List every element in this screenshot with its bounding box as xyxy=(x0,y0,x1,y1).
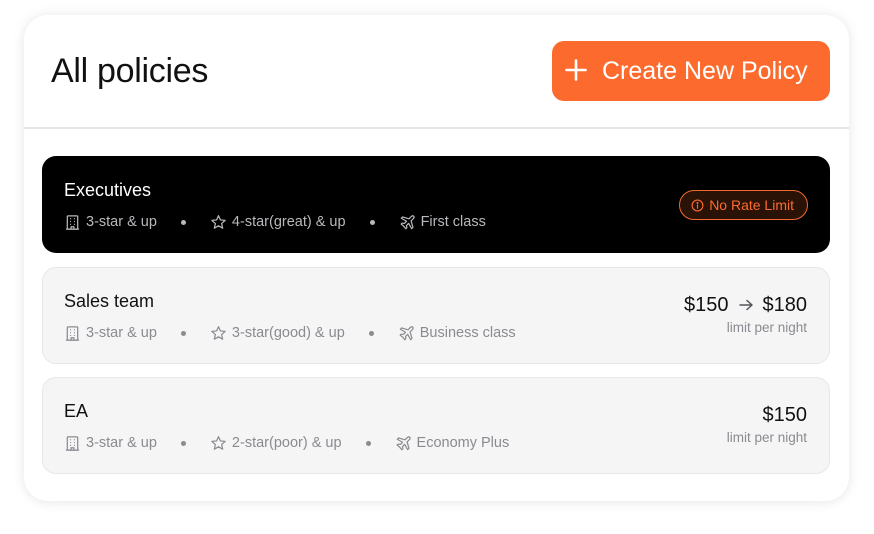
hotel-class-text: 3-star & up xyxy=(86,435,157,451)
policy-name: Executives xyxy=(64,180,152,200)
policy-attributes: 3-star & up 2-star(poor) & up Economy Pl… xyxy=(64,433,509,453)
hotel-class-attribute: 3-star & up xyxy=(64,214,157,231)
rating-text: 3-star(good) & up xyxy=(231,325,345,341)
policy-name: EA xyxy=(64,401,89,421)
separator-dot xyxy=(180,219,186,225)
create-new-policy-button[interactable]: Create New Policy xyxy=(552,41,830,101)
plane-icon xyxy=(399,325,414,340)
policy-card-sales-team[interactable]: Sales team 3-star & up 3-star(good) & up xyxy=(42,267,830,364)
badge-text: No Rate Limit xyxy=(709,197,794,213)
star-icon xyxy=(211,435,226,450)
flight-class-text: Economy Plus xyxy=(416,435,510,451)
info-icon xyxy=(691,199,704,211)
separator-dot xyxy=(180,440,186,446)
building-icon xyxy=(65,435,80,451)
policy-attributes: 3-star & up 3-star(good) & up Business c… xyxy=(64,323,516,343)
separator-dot xyxy=(180,330,186,336)
flight-class-attribute: First class xyxy=(399,214,486,231)
policy-name: Sales team xyxy=(64,291,155,311)
policy-card-executives[interactable]: Executives 3-star & up 4-star(great) & u… xyxy=(42,156,830,253)
plus-icon xyxy=(565,59,587,81)
flight-class-text: First class xyxy=(420,214,486,230)
star-icon xyxy=(211,325,226,340)
create-new-policy-label: Create New Policy xyxy=(602,57,808,85)
rate-to: $180 xyxy=(762,294,808,316)
rate-amount: $150 xyxy=(727,402,808,428)
separator-dot xyxy=(365,440,371,446)
no-rate-limit-badge: No Rate Limit xyxy=(679,190,808,220)
separator-dot xyxy=(368,330,374,336)
hotel-class-attribute: 3-star & up xyxy=(64,325,157,342)
plane-icon xyxy=(400,214,415,229)
flight-class-attribute: Business class xyxy=(398,325,516,342)
policy-card-ea[interactable]: EA 3-star & up 2-star(poor) & up Economy… xyxy=(42,377,830,474)
plane-icon xyxy=(396,435,411,450)
rate-from: $150 xyxy=(762,404,808,426)
rate-caption: limit per night xyxy=(726,320,807,335)
policies-panel: All policies Create New Policy Executive… xyxy=(24,15,849,501)
flight-class-attribute: Economy Plus xyxy=(395,435,510,452)
building-icon xyxy=(65,325,80,341)
separator-dot xyxy=(369,219,375,225)
rating-attribute: 3-star(good) & up xyxy=(210,325,345,342)
rate-amount: $150 $180 xyxy=(684,292,807,318)
star-icon xyxy=(211,214,226,229)
rate-limit: $150 limit per night xyxy=(727,402,807,447)
rating-attribute: 4-star(great) & up xyxy=(210,214,346,231)
rating-attribute: 2-star(poor) & up xyxy=(210,435,342,452)
flight-class-text: Business class xyxy=(419,325,516,341)
policy-attributes: 3-star & up 4-star(great) & up First cla… xyxy=(64,212,486,232)
building-icon xyxy=(65,214,80,230)
rate-from: $150 xyxy=(684,294,729,316)
rate-caption: limit per night xyxy=(726,430,807,445)
rate-limit: $150 $180 limit per night xyxy=(684,292,807,337)
arrow-right-icon xyxy=(738,299,753,311)
hotel-class-attribute: 3-star & up xyxy=(64,435,157,452)
hotel-class-text: 3-star & up xyxy=(86,325,157,341)
rating-text: 2-star(poor) & up xyxy=(231,435,342,451)
rating-text: 4-star(great) & up xyxy=(231,214,346,230)
page-title: All policies xyxy=(51,52,209,90)
panel-header: All policies Create New Policy xyxy=(24,15,849,129)
hotel-class-text: 3-star & up xyxy=(86,214,157,230)
